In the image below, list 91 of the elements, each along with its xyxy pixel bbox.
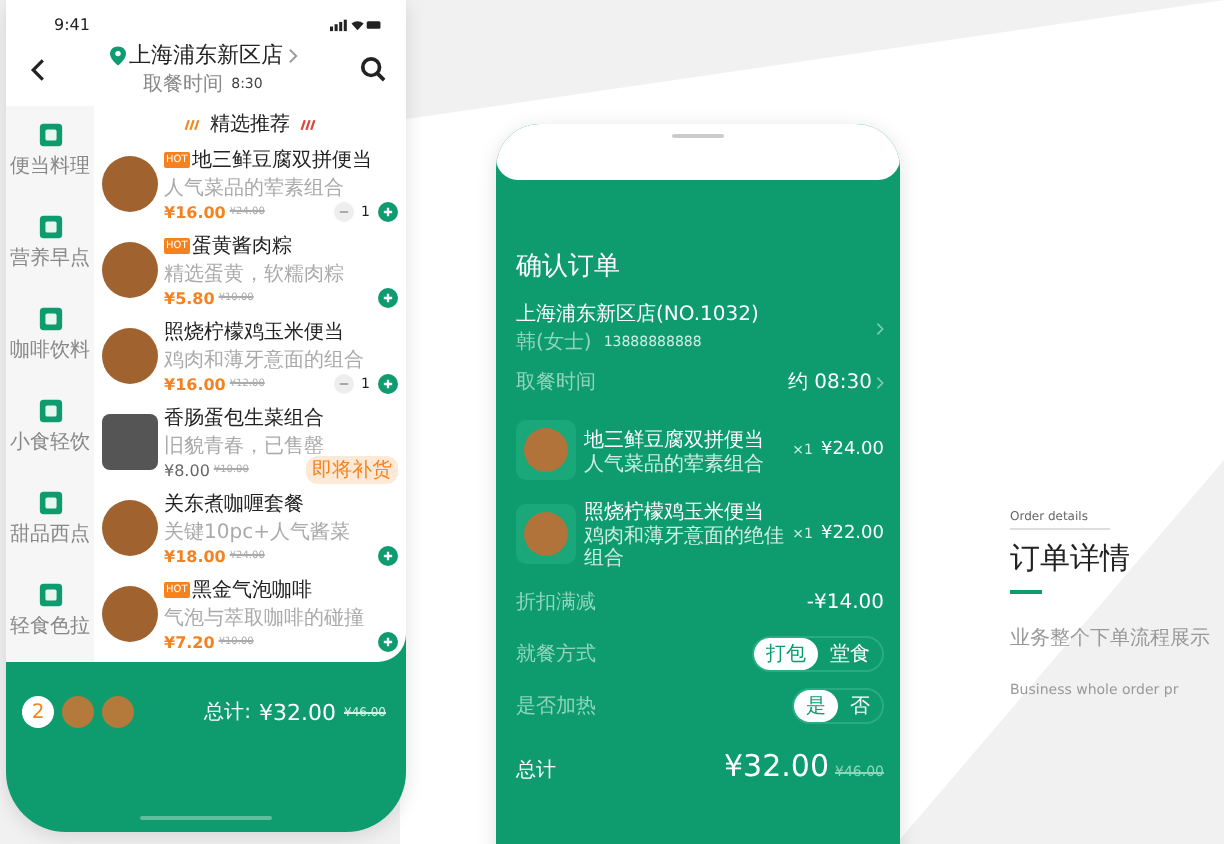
item-name: 照烧柠檬鸡玉米便当: [164, 319, 344, 345]
pickup-label: 取餐时间: [143, 71, 224, 98]
total-label: 总计:: [204, 699, 251, 726]
plus-button[interactable]: [378, 546, 398, 566]
section-heading: 订单详情: [1010, 540, 1130, 578]
photo-placeholder: [516, 504, 576, 564]
plus-button[interactable]: [378, 632, 398, 652]
contact-name: 韩(女士): [516, 329, 592, 356]
total-price: ¥32.00: [724, 748, 829, 784]
pickup-label: 取餐时间: [516, 369, 596, 396]
item-price: ¥16.00: [164, 375, 226, 393]
status-time: 9:41: [54, 15, 90, 33]
photo-placeholder: [102, 586, 158, 642]
home-indicator: [140, 816, 272, 820]
item-price: ¥5.80: [164, 289, 215, 307]
option-label: 就餐方式: [516, 641, 596, 668]
plus-button[interactable]: [378, 202, 398, 222]
page-title: 确认订单: [516, 250, 622, 284]
photo-placeholder: [102, 414, 158, 470]
item-description: 关键10pc+人气酱菜: [164, 519, 352, 545]
item-description: 精选蛋黄，软糯肉粽: [164, 261, 346, 287]
stripes-icon: [300, 119, 316, 129]
item-name: 蛋黄酱肉粽: [191, 233, 292, 259]
item-price: ¥18.00: [164, 547, 226, 565]
item-price: ¥7.20: [164, 633, 215, 651]
item-description: 人气菜品的荤素组合: [164, 175, 346, 201]
option-label: 是否加热: [516, 693, 596, 720]
category-item[interactable]: 轻食色拉: [10, 582, 90, 640]
category-icon: [37, 582, 63, 608]
photo-placeholder: [102, 696, 134, 728]
stripes-icon: [184, 119, 200, 129]
photo-placeholder: [102, 500, 158, 556]
plus-button[interactable]: [378, 288, 398, 308]
photo-placeholder: [62, 696, 94, 728]
back-icon[interactable]: [30, 57, 46, 81]
category-icon: [37, 306, 63, 332]
item-price: ¥8.00: [164, 461, 210, 479]
pickup-time[interactable]: 约 08:30: [788, 368, 872, 396]
category-item[interactable]: 便当料理: [10, 122, 90, 180]
category-item[interactable]: 咖啡饮料: [10, 306, 90, 364]
option-chip[interactable]: 否: [838, 690, 882, 722]
minus-button[interactable]: [333, 202, 354, 222]
accent-bar: [1010, 590, 1042, 594]
store-name[interactable]: 上海浦东新区店: [129, 40, 283, 70]
category-icon: [37, 398, 63, 424]
search-icon[interactable]: [360, 56, 386, 82]
item-name: 地三鲜豆腐双拼便当: [191, 147, 372, 173]
discount-label: 折扣满减: [516, 589, 596, 616]
item-description: 鸡肉和薄牙意面的组合: [164, 347, 366, 373]
status-icons: [330, 17, 382, 31]
subtitle: 业务整个下单流程展示: [1010, 625, 1210, 652]
option-chip[interactable]: 打包: [754, 638, 818, 670]
location-pin-icon: [109, 45, 125, 65]
photo-placeholder: [516, 420, 576, 480]
total-price: ¥32.00: [259, 699, 336, 725]
category-item[interactable]: 甜品西点: [10, 490, 90, 548]
caption-underline: [1010, 528, 1110, 530]
item-name: 关东煮咖喱套餐: [164, 491, 304, 517]
minus-button[interactable]: [333, 374, 354, 394]
photo-placeholder: [102, 156, 158, 212]
photo-placeholder: [102, 242, 158, 298]
item-price: ¥22.00: [821, 524, 884, 544]
option-chip[interactable]: 堂食: [818, 638, 882, 670]
photo-placeholder: [102, 328, 158, 384]
item-description: 鸡肉和薄牙意面的绝佳组合: [584, 526, 785, 570]
chevron-right-icon[interactable]: [876, 321, 884, 335]
store-name: 上海浦东新区店(NO.1032): [516, 301, 761, 328]
category-icon: [37, 122, 63, 148]
total-label: 总计: [516, 757, 556, 784]
option-chip[interactable]: 是: [794, 690, 838, 722]
chevron-right-icon: [876, 375, 884, 389]
item-name: 香肠蛋包生菜组合: [164, 405, 324, 431]
item-name: 地三鲜豆腐双拼便当: [584, 427, 766, 453]
cart-count[interactable]: 2: [22, 696, 54, 728]
plus-button[interactable]: [378, 374, 398, 394]
category-icon: [37, 490, 63, 516]
item-price: ¥24.00: [821, 440, 884, 460]
category-item[interactable]: 小食轻饮: [10, 398, 90, 456]
restock-tag: 即将补货: [306, 456, 398, 484]
item-price: ¥16.00: [164, 203, 226, 221]
chevron-right-icon: [287, 47, 297, 63]
category-item[interactable]: 营养早点: [10, 214, 90, 272]
item-description: 人气菜品的荤素组合: [584, 453, 766, 475]
item-name: 黑金气泡咖啡: [191, 577, 312, 603]
item-description: 气泡与萃取咖啡的碰撞: [164, 605, 366, 631]
sheet-handle: [672, 134, 724, 138]
discount-amount: -¥14.00: [806, 591, 884, 613]
category-icon: [37, 214, 63, 240]
section-title: 精选推荐: [210, 111, 290, 138]
item-name: 照烧柠檬鸡玉米便当: [584, 499, 766, 525]
item-description: 旧貌青春，已售罄: [164, 433, 326, 459]
